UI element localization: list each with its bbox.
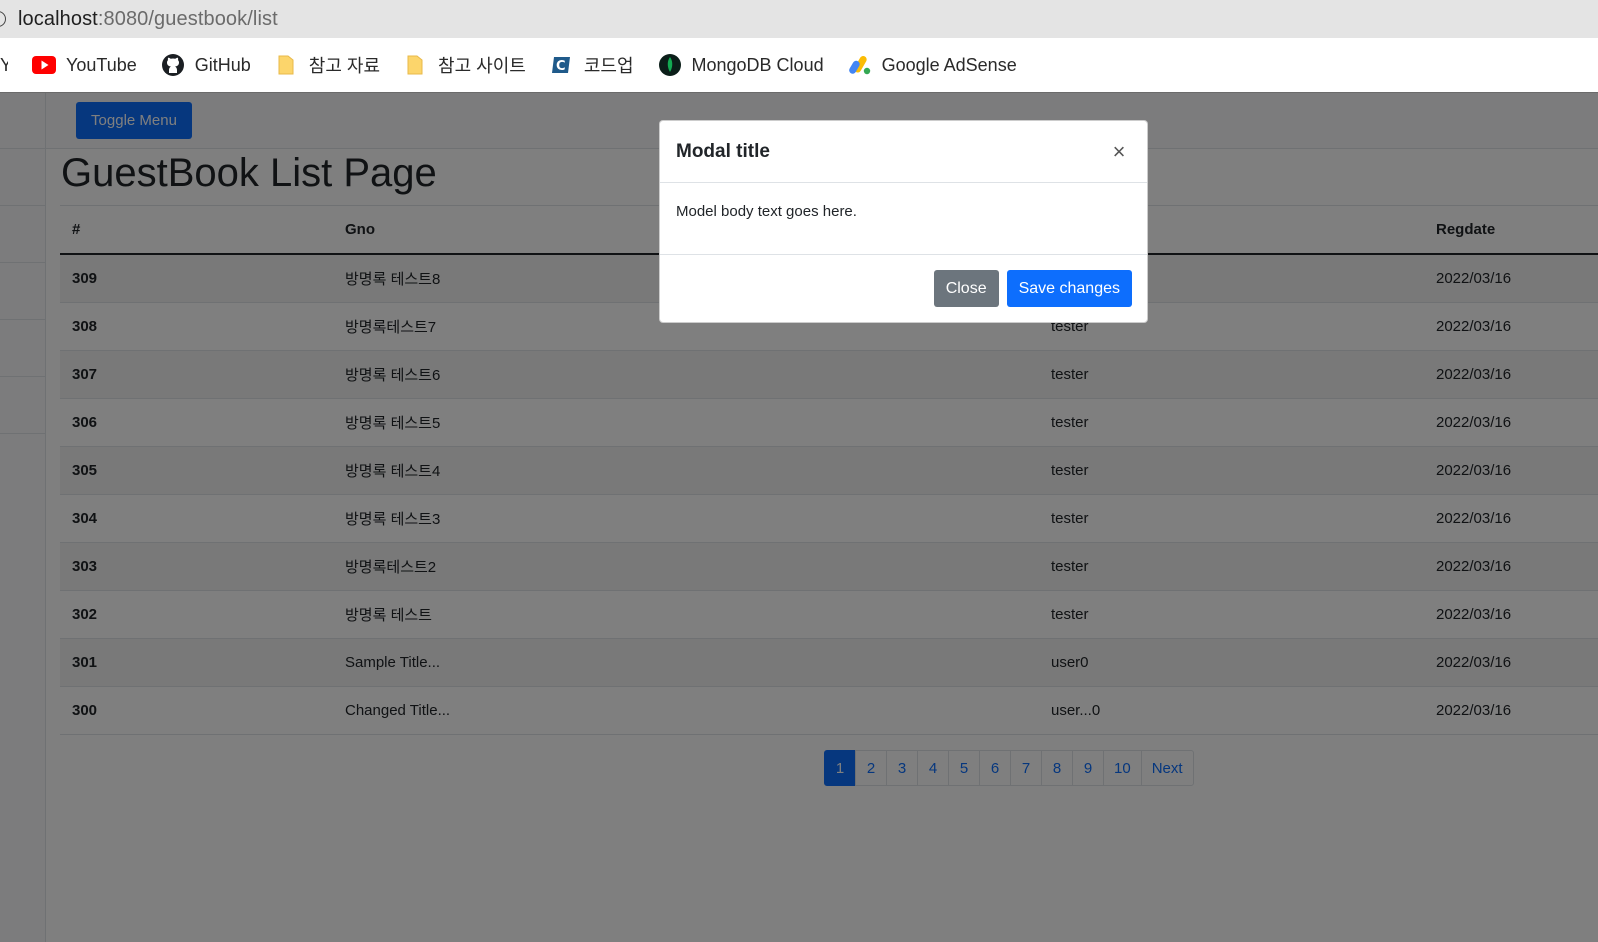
github-icon bbox=[161, 53, 185, 77]
bookmark-google-adsense[interactable]: Google AdSense bbox=[848, 53, 1017, 77]
site-info-icon[interactable] bbox=[0, 0, 10, 38]
bookmark-label: MongoDB Cloud bbox=[691, 54, 824, 75]
bookmark-label: YouTube bbox=[66, 54, 137, 75]
adsense-icon bbox=[848, 53, 872, 77]
modal-footer: Close Save changes bbox=[660, 255, 1147, 322]
url-text[interactable]: localhost:8080/guestbook/list bbox=[18, 8, 278, 31]
address-bar[interactable]: localhost:8080/guestbook/list bbox=[0, 0, 1598, 38]
bookmark-folder-reference-sites[interactable]: 참고 사이트 bbox=[404, 52, 526, 78]
bookmark-folder-reference-material[interactable]: 참고 자료 bbox=[275, 52, 380, 78]
svg-text:C: C bbox=[556, 59, 566, 74]
modal-dialog: Modal title × Model body text goes here.… bbox=[659, 120, 1148, 323]
bookmark-youtube[interactable]: YouTube bbox=[32, 53, 137, 77]
bookmark-github[interactable]: GitHub bbox=[161, 53, 251, 77]
bookmark-label: 코드업 bbox=[583, 56, 634, 76]
bookmarks-bar: Y YouTube GitHub 참고 자료 참고 사이트 C 코드업 Mong… bbox=[0, 38, 1598, 93]
modal-body: Model body text goes here. bbox=[660, 183, 1147, 255]
mongodb-icon bbox=[658, 53, 682, 77]
url-host: localhost bbox=[18, 7, 98, 30]
url-path: :8080/guestbook/list bbox=[97, 7, 278, 30]
modal-title: Modal title bbox=[676, 140, 770, 162]
bookmark-mongodb[interactable]: MongoDB Cloud bbox=[658, 53, 824, 77]
youtube-icon bbox=[32, 53, 56, 77]
folder-icon bbox=[404, 53, 428, 77]
close-button[interactable]: Close bbox=[933, 270, 999, 307]
modal-header: Modal title × bbox=[660, 121, 1147, 183]
bookmark-label: GitHub bbox=[194, 54, 251, 75]
bookmark-partial[interactable]: Y bbox=[0, 55, 8, 76]
bookmark-label: Google AdSense bbox=[881, 54, 1017, 75]
folder-icon bbox=[275, 53, 299, 77]
bookmark-label: 참고 자료 bbox=[308, 56, 381, 76]
bookmark-label: 참고 사이트 bbox=[438, 56, 526, 76]
bookmark-codeup[interactable]: C 코드업 bbox=[550, 52, 634, 78]
save-changes-button[interactable]: Save changes bbox=[1006, 270, 1132, 307]
close-icon[interactable]: × bbox=[1107, 139, 1131, 165]
codeup-icon: C bbox=[550, 53, 574, 77]
